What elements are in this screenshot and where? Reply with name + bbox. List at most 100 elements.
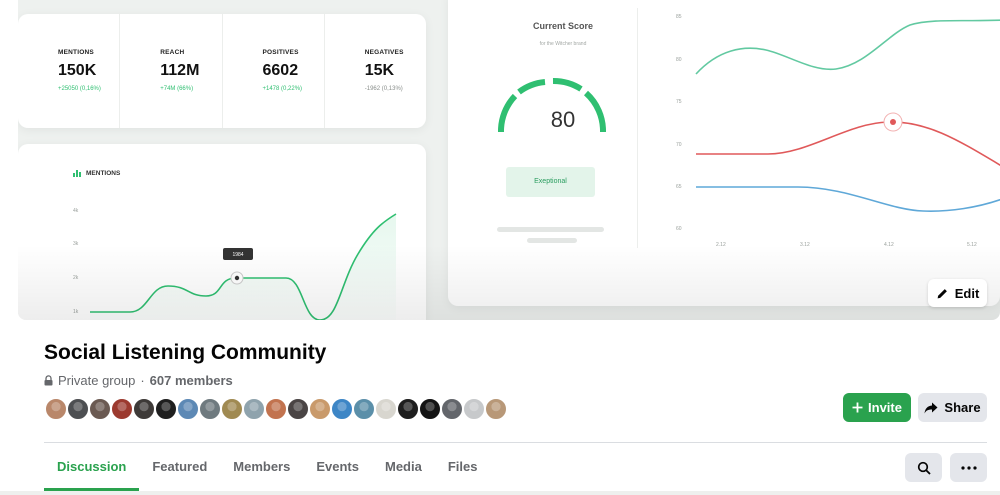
tab-members[interactable]: Members [220, 443, 303, 491]
member-avatar[interactable] [242, 397, 266, 421]
x-tick: 3.12 [800, 242, 810, 248]
stat-value: 15K [364, 62, 395, 79]
x-tick: 4.12 [884, 242, 894, 248]
share-label: Share [944, 400, 981, 415]
y-tick: 75 [676, 99, 682, 105]
member-avatar[interactable] [308, 397, 332, 421]
trend-series-blue [696, 186, 1000, 212]
edit-label: Edit [954, 285, 980, 301]
search-icon [917, 461, 931, 475]
y-tick: 1k [73, 309, 79, 315]
member-avatar[interactable] [374, 397, 398, 421]
stat-value: 112M [160, 62, 200, 79]
invite-label: Invite [868, 400, 902, 415]
member-avatar[interactable] [264, 397, 288, 421]
member-avatar[interactable] [220, 397, 244, 421]
member-avatars[interactable] [44, 397, 508, 421]
y-tick: 3k [73, 241, 79, 247]
member-avatar[interactable] [66, 397, 90, 421]
mentions-line-chart: 4k 3k 2k 1k 1984 [73, 208, 397, 320]
mentions-chart-card: MENTIONS 4k 3k 2k 1k 1984 [18, 144, 426, 320]
stat-label: MENTIONS [58, 49, 94, 56]
stat-delta: -1962 (0,13%) [364, 86, 403, 92]
pencil-icon [937, 288, 947, 298]
share-button[interactable]: Share [918, 393, 987, 422]
more-dots-icon [960, 465, 977, 470]
member-avatar[interactable] [286, 397, 310, 421]
skeleton-line [527, 238, 577, 243]
stat-negatives: NEGATIVES 15K -1962 (0,13%) [325, 14, 426, 128]
member-avatar[interactable] [418, 397, 442, 421]
tab-discussion[interactable]: Discussion [44, 443, 140, 491]
trend-line-chart: 85 80 75 70 65 60 2.12 3.12 4.12 5.12 [676, 14, 1000, 248]
stat-mentions: MENTIONS 150K +25050 (0,16%) [18, 14, 121, 128]
tab-events[interactable]: Events [303, 443, 372, 491]
trend-highlight-dot [890, 119, 896, 125]
cover-photo: MENTIONS 150K +25050 (0,16%) REACH 112M … [18, 0, 1000, 320]
trend-series-red [696, 121, 1000, 166]
score-value: 80 [550, 107, 576, 132]
stat-label: POSITIVES [262, 49, 299, 56]
score-card: Current Score for the Witcher brand 80 E… [448, 0, 1000, 306]
members-count[interactable]: 607 members [150, 373, 233, 388]
tooltip-point-dot [234, 275, 240, 281]
member-avatar[interactable] [396, 397, 420, 421]
group-title: Social Listening Community [44, 341, 327, 364]
y-tick: 85 [676, 14, 682, 20]
plus-icon [852, 402, 863, 413]
stat-value: 150K [58, 62, 97, 79]
member-avatar[interactable] [44, 397, 68, 421]
stat-reach: REACH 112M +74M (66%) [120, 14, 223, 128]
member-avatar[interactable] [330, 397, 354, 421]
score-badge: Exeptional [506, 167, 595, 197]
stat-value: 6602 [262, 62, 299, 79]
y-tick: 80 [676, 57, 682, 63]
gauge-segment [552, 77, 583, 92]
group-tabs: Discussion Featured Members Events Media… [44, 443, 490, 491]
member-avatar[interactable] [110, 397, 134, 421]
gauge-segment [517, 79, 546, 95]
member-avatar[interactable] [484, 397, 508, 421]
feed-background [0, 491, 1000, 495]
group-meta: Private group · 607 members [44, 373, 233, 388]
member-avatar[interactable] [154, 397, 178, 421]
tooltip-value: 1984 [232, 252, 243, 258]
x-tick: 5.12 [967, 242, 977, 248]
mentions-area [90, 214, 396, 320]
member-avatar[interactable] [132, 397, 156, 421]
share-arrow-icon [924, 402, 938, 413]
member-avatar[interactable] [176, 397, 200, 421]
y-tick: 65 [676, 184, 682, 190]
tab-media[interactable]: Media [372, 443, 435, 491]
search-button[interactable] [905, 453, 942, 482]
card-divider [637, 8, 638, 248]
stat-label: NEGATIVES [364, 49, 404, 56]
stat-positives: POSITIVES 6602 +1478 (0,22%) [223, 14, 325, 128]
edit-cover-button[interactable]: Edit [928, 279, 987, 307]
skeleton-line [497, 227, 604, 232]
member-avatar[interactable] [88, 397, 112, 421]
meta-separator: · [140, 373, 145, 388]
group-page: MENTIONS 150K +25050 (0,16%) REACH 112M … [0, 0, 1000, 495]
member-avatar[interactable] [440, 397, 464, 421]
tab-featured[interactable]: Featured [139, 443, 220, 491]
member-avatar[interactable] [352, 397, 376, 421]
more-options-button[interactable] [950, 453, 987, 482]
stat-label: REACH [160, 49, 185, 56]
privacy-label: Private group [58, 373, 136, 388]
stat-delta: +74M (66%) [160, 86, 194, 92]
stats-card: MENTIONS 150K +25050 (0,16%) REACH 112M … [18, 14, 426, 128]
y-tick: 60 [676, 226, 682, 232]
trend-series-green [695, 19, 1000, 75]
y-tick: 2k [73, 275, 79, 281]
member-avatar[interactable] [198, 397, 222, 421]
lock-icon [44, 375, 53, 386]
x-tick: 2.12 [716, 242, 726, 248]
invite-button[interactable]: Invite [843, 393, 911, 422]
tab-files[interactable]: Files [435, 443, 491, 491]
member-avatar[interactable] [462, 397, 486, 421]
y-tick: 70 [676, 142, 682, 148]
stat-delta: +25050 (0,16%) [58, 86, 101, 92]
score-title: Current Score [532, 21, 594, 31]
y-tick: 4k [73, 208, 79, 214]
